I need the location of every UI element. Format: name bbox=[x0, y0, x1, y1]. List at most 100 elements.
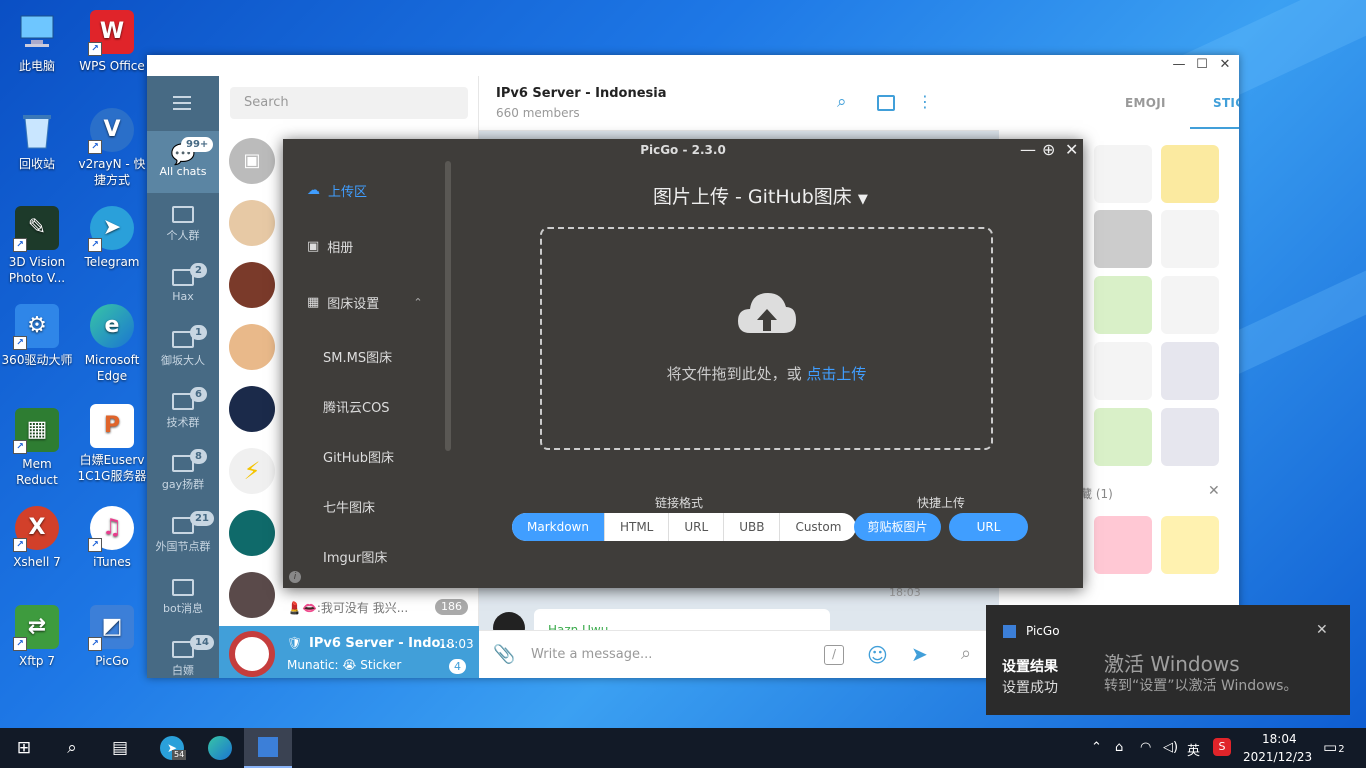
desktop-icon-xshell[interactable]: X ↗ Xshell 7 bbox=[1, 506, 73, 570]
volume-icon[interactable]: ◁) bbox=[1163, 740, 1178, 755]
sticker[interactable] bbox=[1094, 276, 1152, 334]
chat-item-active[interactable]: 🛡 IPv6 Server - Indo... 18:03 Munatic: 😭… bbox=[219, 626, 479, 678]
notifications-icon[interactable]: ▭2 bbox=[1323, 738, 1345, 756]
clock-date[interactable]: 2021/12/23 bbox=[1243, 750, 1312, 764]
desktop-icon-this-pc[interactable]: 此电脑 bbox=[1, 10, 73, 74]
desktop-icon-wps[interactable]: W ↗ WPS Office bbox=[76, 10, 148, 74]
sticker[interactable] bbox=[1161, 516, 1219, 574]
rail-folder-bot[interactable]: bot消息 bbox=[147, 579, 219, 616]
chevron-up-icon[interactable]: ⌃ bbox=[1091, 740, 1102, 755]
submenu-smms[interactable]: SM.MS图床 bbox=[323, 347, 392, 366]
telegram-taskbar-icon[interactable]: ➤ 54 bbox=[148, 728, 196, 768]
minimize-icon[interactable]: — bbox=[1167, 57, 1191, 72]
format-custom[interactable]: Custom bbox=[780, 513, 856, 541]
desktop-icon-itunes[interactable]: ♫ ↗ iTunes bbox=[76, 506, 148, 570]
network-icon[interactable]: ⌂ bbox=[1115, 740, 1123, 755]
clipboard-upload-button[interactable]: 剪贴板图片 bbox=[854, 513, 941, 541]
sticker[interactable] bbox=[1161, 408, 1219, 466]
desktop-icon-360[interactable]: ⚙ ↗ 360驱动大师 bbox=[1, 304, 73, 368]
clock-time[interactable]: 18:04 bbox=[1262, 732, 1297, 746]
sticker[interactable] bbox=[1094, 516, 1152, 574]
rail-folder-all-chats[interactable]: 💬 99+ All chats bbox=[147, 131, 219, 193]
rail-folder-foreign-nodes[interactable]: 21 外国节点群 bbox=[147, 511, 219, 554]
desktop-icon-euserv[interactable]: P 白嫖Euserv 1C1G服务器 bbox=[76, 404, 148, 484]
chat-avatar[interactable] bbox=[229, 200, 275, 246]
search-input[interactable]: Search bbox=[230, 87, 468, 119]
archive-avatar[interactable]: ▣ bbox=[229, 138, 275, 184]
close-icon[interactable]: ✕ bbox=[1065, 141, 1078, 159]
search-icon[interactable]: ⌕ bbox=[961, 643, 971, 664]
pin-icon[interactable]: ⊕ bbox=[1042, 141, 1055, 159]
tab-stickers[interactable]: STICKERS bbox=[1213, 96, 1239, 110]
command-icon[interactable]: / bbox=[824, 645, 844, 665]
tab-emoji[interactable]: EMOJI bbox=[1125, 96, 1166, 110]
send-icon[interactable]: ➤ bbox=[911, 642, 928, 666]
format-html[interactable]: HTML bbox=[605, 513, 670, 541]
sticker[interactable] bbox=[1094, 342, 1152, 400]
sidebar-toggle-icon[interactable] bbox=[877, 95, 895, 111]
format-ubb[interactable]: UBB bbox=[724, 513, 781, 541]
chat-avatar[interactable]: ⚡ bbox=[229, 448, 275, 494]
submenu-github[interactable]: GitHub图床 bbox=[323, 447, 394, 466]
upload-heading[interactable]: 图片上传 - GitHub图床 ▼ bbox=[653, 182, 868, 209]
chat-avatar[interactable] bbox=[229, 262, 275, 308]
close-icon[interactable]: ✕ bbox=[1208, 483, 1220, 499]
rail-folder-hax[interactable]: 2 Hax bbox=[147, 263, 219, 303]
attach-icon[interactable]: 📎 bbox=[493, 644, 515, 665]
desktop-icon-telegram[interactable]: ➤ ↗ Telegram bbox=[76, 206, 148, 270]
format-url[interactable]: URL bbox=[669, 513, 725, 541]
task-view-icon[interactable]: ▤ bbox=[96, 728, 144, 768]
desktop-icon-edge[interactable]: e Microsoft Edge bbox=[76, 304, 148, 384]
desktop-icon-v2rayn[interactable]: V ↗ v2rayN - 快捷方式 bbox=[76, 108, 148, 188]
sticker[interactable] bbox=[1094, 408, 1152, 466]
desktop-icon-recycle-bin[interactable]: 回收站 bbox=[1, 108, 73, 172]
click-upload-link[interactable]: 点击上传 bbox=[806, 365, 866, 383]
close-icon[interactable]: ✕ bbox=[1316, 622, 1328, 638]
more-icon[interactable]: ⋮ bbox=[917, 92, 933, 111]
submenu-qiniu[interactable]: 七牛图床 bbox=[323, 497, 375, 516]
emoji-icon[interactable]: ☺ bbox=[867, 643, 888, 667]
search-icon[interactable]: ⌕ bbox=[48, 728, 96, 768]
picgo-taskbar-icon[interactable] bbox=[244, 728, 292, 768]
search-icon[interactable]: ⌕ bbox=[837, 92, 847, 112]
submenu-imgur[interactable]: Imgur图床 bbox=[323, 547, 387, 566]
rail-folder-personal[interactable]: 个人群 bbox=[147, 206, 219, 243]
sticker[interactable] bbox=[1094, 145, 1152, 203]
sticker[interactable] bbox=[1161, 145, 1219, 203]
minimize-icon[interactable]: — bbox=[1020, 141, 1036, 159]
sticker[interactable] bbox=[1094, 210, 1152, 268]
start-icon[interactable]: ⊞ bbox=[0, 728, 48, 768]
chat-avatar[interactable] bbox=[229, 324, 275, 370]
sogou-icon[interactable]: S bbox=[1213, 738, 1231, 756]
desktop-icon-mem-reduct[interactable]: ▦ ↗ Mem Reduct bbox=[1, 408, 73, 488]
edge-taskbar-icon[interactable] bbox=[196, 728, 244, 768]
sticker[interactable] bbox=[1161, 342, 1219, 400]
upload-dropzone[interactable]: 将文件拖到此处，或 点击上传 bbox=[540, 227, 993, 450]
menu-picbed-settings[interactable]: ▦ 图床设置 ⌃ bbox=[307, 293, 423, 312]
compose-input[interactable]: Write a message... bbox=[531, 647, 652, 662]
menu-upload[interactable]: ☁ 上传区 bbox=[307, 181, 367, 200]
desktop-icon-picgo[interactable]: ◩ ↗ PicGo bbox=[76, 605, 148, 669]
info-icon[interactable]: i bbox=[289, 571, 301, 583]
menu-icon[interactable] bbox=[173, 96, 191, 110]
rail-folder-misaka[interactable]: 1 御坂大人 bbox=[147, 325, 219, 368]
ime-indicator[interactable]: 英 bbox=[1187, 740, 1200, 759]
desktop-icon-xftp[interactable]: ⇄ ↗ Xftp 7 bbox=[1, 605, 73, 669]
chat-avatar[interactable] bbox=[229, 386, 275, 432]
url-upload-button[interactable]: URL bbox=[949, 513, 1028, 541]
maximize-icon[interactable]: ☐ bbox=[1190, 57, 1214, 72]
chat-avatar[interactable] bbox=[229, 510, 275, 556]
menu-gallery[interactable]: ▣ 相册 bbox=[307, 237, 353, 256]
close-icon[interactable]: ✕ bbox=[1213, 57, 1237, 72]
rail-folder-gay[interactable]: 8 gay扬群 bbox=[147, 449, 219, 492]
chat-avatar[interactable] bbox=[229, 572, 275, 618]
wifi-icon[interactable]: ◠ bbox=[1140, 740, 1151, 755]
format-markdown[interactable]: Markdown bbox=[512, 513, 605, 541]
rail-folder-freebie[interactable]: 14 白嫖 bbox=[147, 635, 219, 678]
desktop-icon-3d-vision[interactable]: ✎ ↗ 3D Vision Photo V... bbox=[1, 206, 73, 286]
submenu-tencent-cos[interactable]: 腾讯云COS bbox=[323, 397, 390, 416]
sticker[interactable] bbox=[1161, 276, 1219, 334]
sticker[interactable] bbox=[1161, 210, 1219, 268]
rail-folder-tech[interactable]: 6 技术群 bbox=[147, 387, 219, 430]
sidebar-scrollbar[interactable] bbox=[445, 161, 451, 451]
